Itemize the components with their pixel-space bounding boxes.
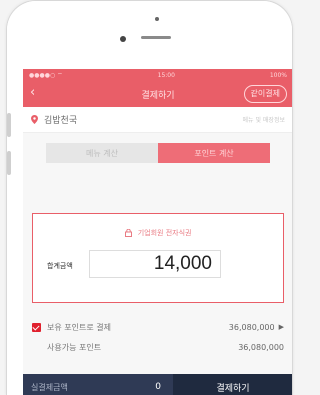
amount-input[interactable]: 14,000: [89, 250, 221, 278]
point-pay-row[interactable]: 보유 포인트로 결제 36,080,000 ▶: [32, 319, 284, 335]
card-header: 기업회원 전자식권: [33, 228, 283, 238]
card-header-label: 기업회원 전자식권: [137, 229, 192, 237]
battery-level: 100%: [269, 71, 287, 79]
available-points-label: 사용가능 포인트: [47, 342, 102, 352]
camera-icon: [120, 36, 126, 42]
amount-card: 기업회원 전자식권 합계금액 14,000: [32, 213, 284, 303]
status-bar: ●●●●○ ⌔ 15:00 100%: [23, 69, 292, 81]
point-pay-value: 36,080,000: [228, 322, 275, 332]
triangle-right-icon[interactable]: ▶: [279, 323, 284, 331]
tab-menu-calc[interactable]: 메뉴 계산: [46, 143, 158, 163]
amount-label: 합계금액: [47, 262, 73, 270]
calc-tabs: 메뉴 계산 포인트 계산: [23, 133, 292, 173]
amount-value: 14,000: [153, 253, 212, 274]
store-name: 김밥천국: [44, 116, 78, 126]
tab-point-calc[interactable]: 포인트 계산: [158, 143, 270, 163]
store-info-link[interactable]: 메뉴 및 매장정보: [243, 115, 285, 124]
building-icon: [124, 229, 132, 237]
nav-bar: ‹ 결제하기 같이결제: [23, 81, 292, 107]
final-amount-area: 실결제금액 0: [23, 374, 173, 395]
available-points-value: 36,080,000: [238, 342, 284, 352]
phone-frame: ●●●●○ ⌔ 15:00 100% ‹ 결제하기 같이결제 김밥천국 메뉴 및…: [6, 0, 293, 395]
speaker-grille: [141, 36, 171, 39]
status-time: 15:00: [157, 71, 175, 79]
pay-button[interactable]: 결제하기: [173, 374, 292, 395]
available-points-row: 사용가능 포인트 36,080,000: [32, 339, 284, 355]
store-row[interactable]: 김밥천국 메뉴 및 매장정보: [23, 107, 292, 133]
location-pin-icon: [31, 115, 38, 124]
carrier-signal: ●●●●○ ⌔: [29, 72, 63, 79]
volume-button: [7, 113, 11, 137]
final-amount-value: 0: [155, 382, 161, 392]
point-pay-checkbox[interactable]: [32, 322, 41, 332]
bottom-bar: 실결제금액 0 결제하기: [23, 374, 292, 395]
app-screen: ●●●●○ ⌔ 15:00 100% ‹ 결제하기 같이결제 김밥천국 메뉴 및…: [23, 69, 292, 395]
point-pay-label: 보유 포인트로 결제: [47, 322, 111, 332]
phone-bezel: [7, 1, 292, 69]
sensor-dot: [155, 17, 159, 21]
final-amount-label: 실결제금액: [31, 382, 68, 392]
volume-button: [7, 151, 11, 175]
split-pay-button[interactable]: 같이결제: [243, 85, 287, 103]
